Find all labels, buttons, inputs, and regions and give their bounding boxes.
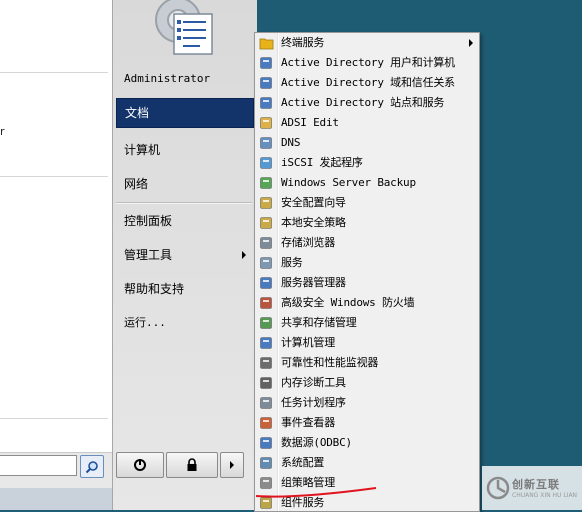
admin-tools-item[interactable]: Active Directory 用户和计算机 (255, 53, 479, 73)
lock-icon (187, 458, 197, 471)
task-scheduler-icon (260, 397, 272, 409)
admin-tools-item[interactable]: 内存诊断工具 (255, 373, 479, 393)
program-item-fragment[interactable]: r (0, 125, 5, 138)
admin-tools-item[interactable]: 计算机管理 (255, 333, 479, 353)
places-item-control-panel[interactable]: 控制面板 (116, 208, 254, 234)
admin-tools-item[interactable]: 系统配置 (255, 453, 479, 473)
admin-tools-item[interactable]: DNS (255, 133, 479, 153)
system-config-icon (260, 457, 272, 469)
admin-tools-item-label: 计算机管理 (281, 336, 335, 349)
power-options-button[interactable] (220, 452, 244, 478)
places-item-admin-tools[interactable]: 管理工具 (116, 242, 254, 268)
computer-management-icon (260, 337, 272, 349)
memory-diagnostic-icon (260, 377, 272, 389)
ad-domains-icon (260, 77, 272, 89)
user-picture-icon (155, 0, 213, 55)
iscsi-icon (260, 157, 272, 169)
admin-tools-item-label: DNS (281, 136, 301, 149)
admin-tools-submenu: 终端服务 Active Directory 用户和计算机 Active Direct… (254, 32, 480, 512)
shutdown-button[interactable] (116, 452, 164, 478)
local-policy-icon (260, 217, 272, 229)
watermark-logo-icon (486, 476, 510, 500)
admin-tools-item[interactable]: Active Directory 站点和服务 (255, 93, 479, 113)
programs-divider (0, 418, 108, 419)
watermark-logo: 创新互联 CHUANG XIN HU LIAN (482, 466, 582, 510)
admin-tools-item-label: 共享和存储管理 (281, 316, 357, 329)
admin-tools-item-label: 任务计划程序 (281, 396, 346, 409)
admin-tools-item-label: 服务 (281, 256, 303, 269)
admin-tools-item-label: 本地安全策略 (281, 216, 346, 229)
submenu-arrow-icon (242, 251, 246, 259)
search-icon (85, 460, 98, 473)
admin-tools-item-label: Active Directory 站点和服务 (281, 96, 445, 109)
admin-tools-item-label: ADSI Edit (281, 116, 339, 129)
adsi-edit-icon (260, 117, 272, 129)
admin-tools-item-label: 服务器管理器 (281, 276, 346, 289)
admin-tools-item[interactable]: 服务 (255, 253, 479, 273)
places-divider (116, 202, 252, 204)
admin-tools-item-label: Active Directory 用户和计算机 (281, 56, 455, 69)
share-storage-icon (260, 317, 272, 329)
red-annotation-underline (255, 487, 377, 498)
admin-tools-item-label: 数据源(ODBC) (281, 436, 352, 449)
firewall-icon (260, 297, 272, 309)
admin-tools-item[interactable]: iSCSI 发起程序 (255, 153, 479, 173)
storage-explorer-icon (260, 237, 272, 249)
places-item-run[interactable]: 运行... (116, 310, 254, 336)
admin-tools-item-label: 内存诊断工具 (281, 376, 346, 389)
admin-tools-item[interactable]: 终端服务 (255, 33, 479, 53)
programs-pane: r (0, 0, 113, 452)
event-viewer-icon (260, 417, 272, 429)
performance-monitor-icon (260, 357, 272, 369)
security-wizard-icon (260, 197, 272, 209)
admin-tools-item-label: 系统配置 (281, 456, 325, 469)
admin-tools-item[interactable]: 高级安全 Windows 防火墙 (255, 293, 479, 313)
watermark-subtext: CHUANG XIN HU LIAN (512, 492, 578, 499)
admin-tools-item-label: 可靠性和性能监视器 (281, 356, 379, 369)
admin-tools-item[interactable]: 任务计划程序 (255, 393, 479, 413)
search-input[interactable] (0, 455, 77, 476)
admin-tools-item-label: 终端服务 (281, 36, 325, 49)
submenu-arrow-icon (469, 39, 473, 47)
chevron-right-icon (230, 461, 234, 469)
backup-icon (260, 177, 272, 189)
admin-tools-item-label: 事件查看器 (281, 416, 335, 429)
admin-tools-item[interactable]: 本地安全策略 (255, 213, 479, 233)
admin-tools-item[interactable]: ADSI Edit (255, 113, 479, 133)
programs-divider (0, 72, 108, 73)
admin-tools-item[interactable]: Active Directory 域和信任关系 (255, 73, 479, 93)
admin-tools-item-label: Windows Server Backup (281, 176, 416, 189)
watermark-text: 创新互联 (512, 478, 560, 491)
services-icon (260, 257, 272, 269)
lock-button[interactable] (166, 452, 218, 478)
admin-tools-item[interactable]: 共享和存储管理 (255, 313, 479, 333)
admin-tools-item[interactable]: Windows Server Backup (255, 173, 479, 193)
programs-divider (0, 176, 108, 177)
admin-tools-item[interactable]: 服务器管理器 (255, 273, 479, 293)
admin-tools-item[interactable]: 可靠性和性能监视器 (255, 353, 479, 373)
places-item-documents[interactable]: 文档 (116, 98, 254, 128)
admin-tools-item-label: 安全配置向导 (281, 196, 346, 209)
ad-sites-icon (260, 97, 272, 109)
odbc-icon (260, 437, 272, 449)
server-manager-icon (260, 277, 272, 289)
admin-tools-item[interactable]: 安全配置向导 (255, 193, 479, 213)
places-item-computer[interactable]: 计算机 (116, 137, 254, 163)
admin-tools-item-label: 存储浏览器 (281, 236, 335, 249)
admin-tools-item-label: Active Directory 域和信任关系 (281, 76, 455, 89)
power-icon (134, 459, 146, 471)
places-item-help[interactable]: 帮助和支持 (116, 276, 254, 302)
taskbar-strip (0, 488, 112, 510)
dns-icon (260, 137, 272, 149)
admin-tools-item[interactable]: 事件查看器 (255, 413, 479, 433)
admin-tools-item-label: iSCSI 发起程序 (281, 156, 363, 169)
ad-users-icon (260, 57, 272, 69)
search-button[interactable] (80, 455, 104, 478)
user-name-link[interactable]: Administrator (116, 66, 254, 92)
admin-tools-item-label: 高级安全 Windows 防火墙 (281, 296, 415, 309)
folder-icon (259, 38, 274, 50)
admin-tools-item[interactable]: 数据源(ODBC) (255, 433, 479, 453)
admin-tools-item[interactable]: 存储浏览器 (255, 233, 479, 253)
places-item-network[interactable]: 网络 (116, 171, 254, 197)
